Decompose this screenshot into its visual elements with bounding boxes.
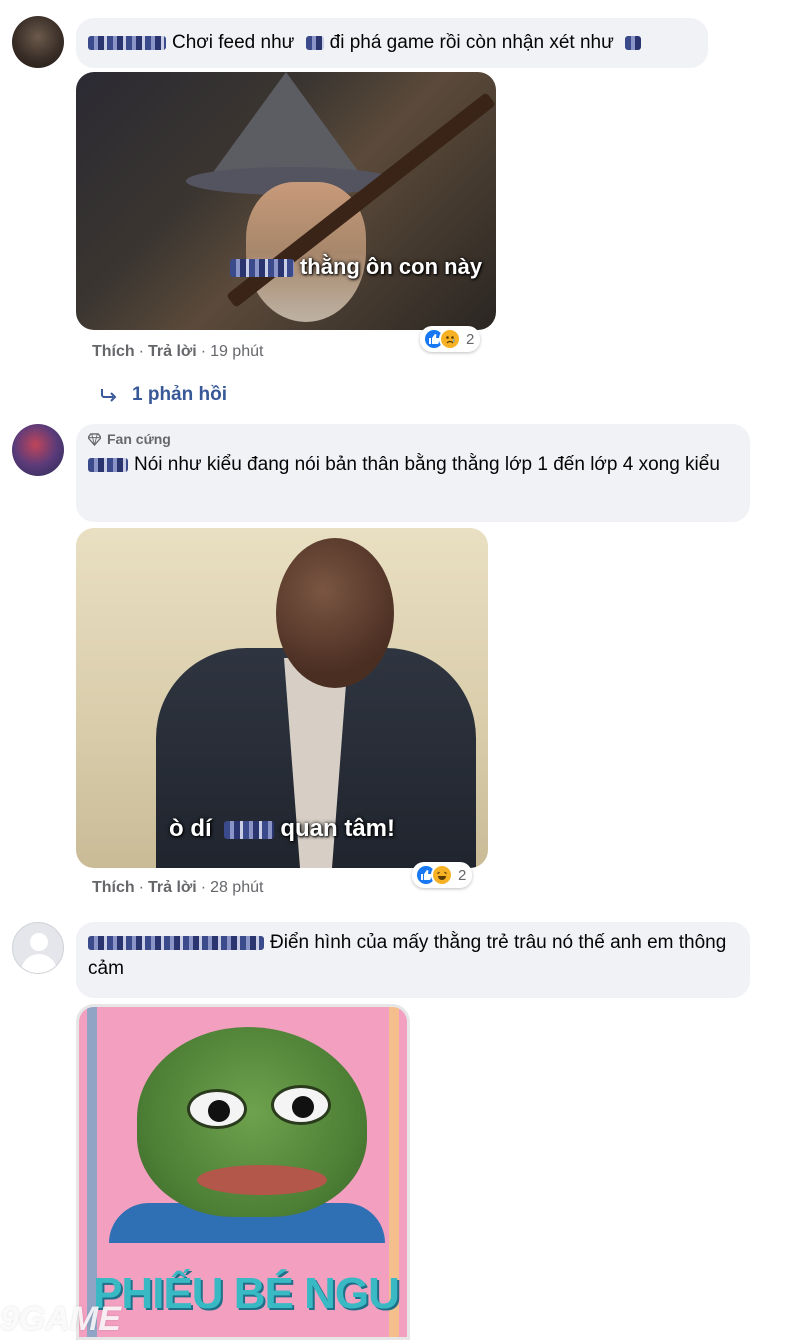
commenter-avatar-default[interactable] [12, 922, 64, 974]
wizard-hat-shape [206, 72, 366, 182]
reaction-summary[interactable]: 2 [412, 862, 473, 888]
commenter-name-redacted[interactable] [88, 457, 128, 472]
head-shape [276, 538, 394, 688]
redacted-text [625, 35, 642, 50]
frog-face-shape [137, 1027, 367, 1217]
comment-image-meme[interactable]: thằng ôn con này [76, 72, 496, 330]
default-avatar-shoulders [21, 954, 57, 973]
timestamp[interactable]: 19 phút [210, 343, 263, 360]
comment-bubble: Chơi feed như đi phá game rồi còn nhận x… [76, 18, 708, 68]
frog-eye [271, 1085, 331, 1125]
meme-caption: PHIẾU BÉ NGU [93, 1269, 400, 1318]
timestamp[interactable]: 28 phút [210, 879, 263, 896]
comment-actions: Thích · Trả lời · 28 phút [92, 879, 264, 896]
view-replies-link[interactable]: 1 phản hồi [100, 384, 227, 406]
comment-text-continued: đi phá game rồi còn nhận xét như [329, 32, 614, 53]
like-link[interactable]: Thích [92, 879, 135, 896]
reaction-count: 2 [466, 330, 475, 348]
haha-reaction-icon [431, 864, 453, 886]
commenter-name-redacted[interactable] [88, 935, 264, 950]
like-link[interactable]: Thích [92, 343, 135, 360]
replies-label: 1 phản hồi [132, 384, 227, 405]
comment-image-meme[interactable]: PHIẾU BÉ NGU [76, 1004, 410, 1340]
meme-caption: ò dí quan tâm! [169, 815, 395, 842]
reaction-count: 2 [458, 866, 467, 884]
redacted-text [305, 35, 324, 50]
commenter-avatar[interactable] [12, 16, 64, 68]
comment-text: Chơi feed như [172, 32, 295, 53]
frog-pupil [208, 1100, 230, 1122]
frog-eye [187, 1089, 247, 1129]
badge-label: Fan cứng [107, 431, 171, 447]
reply-arrow-icon [101, 389, 117, 402]
default-avatar-head [30, 933, 48, 951]
reply-link[interactable]: Trả lời [148, 879, 197, 896]
meme-caption: thằng ôn con này [226, 252, 486, 282]
reply-link[interactable]: Trả lời [148, 343, 197, 360]
site-watermark: 9GAME [0, 1300, 121, 1338]
frog-pupil [292, 1096, 314, 1118]
redacted-text [229, 259, 294, 278]
redacted-text [224, 820, 275, 839]
reaction-summary[interactable]: 2 [420, 326, 481, 352]
comment-bubble: Điển hình của mấy thằng trẻ trâu nó thế … [76, 922, 750, 998]
comment-actions: Thích · Trả lời · 19 phút [92, 343, 264, 360]
commenter-name-redacted[interactable] [88, 35, 166, 50]
frog-lip [197, 1165, 327, 1195]
comment-bubble: Fan cứng Nói như kiểu đang nói bản thân … [76, 424, 750, 522]
comment-text: Nói như kiểu đang nói bản thân bằng thằn… [134, 454, 720, 475]
diamond-icon [88, 432, 101, 446]
commenter-avatar[interactable] [12, 424, 64, 476]
sad-reaction-icon [439, 328, 461, 350]
comment-image-meme[interactable]: ò dí quan tâm! [76, 528, 488, 868]
fan-badge[interactable]: Fan cứng [88, 430, 738, 448]
